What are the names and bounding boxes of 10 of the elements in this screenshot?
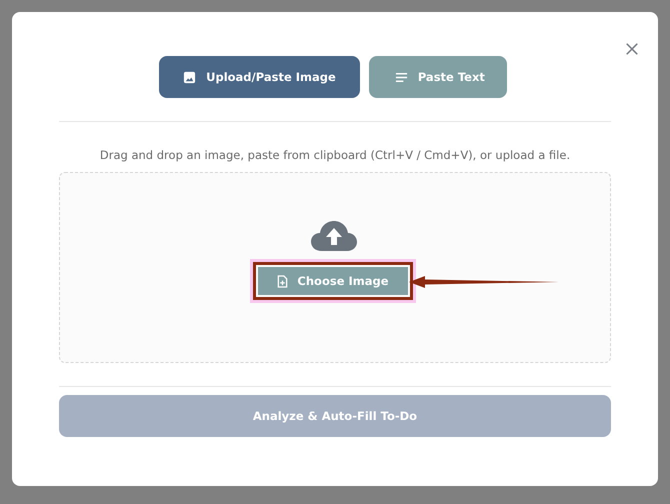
tab[interactable]: Upload/Paste Image bbox=[159, 56, 360, 98]
close-icon[interactable] bbox=[625, 42, 639, 56]
image-icon bbox=[183, 70, 196, 84]
cloud-upload-icon bbox=[310, 220, 358, 252]
choose-image-button[interactable]: Choose Image bbox=[258, 267, 408, 295]
lines-icon bbox=[394, 70, 408, 84]
instruction-text: Drag and drop an image, paste from clipboard (Ctrl+V / Cmd+V), or upload a file. bbox=[98, 148, 572, 162]
file-plus-icon bbox=[277, 274, 288, 288]
drop-zone[interactable]: Choose Image bbox=[59, 172, 611, 363]
tab[interactable]: Paste Text bbox=[368, 56, 507, 98]
